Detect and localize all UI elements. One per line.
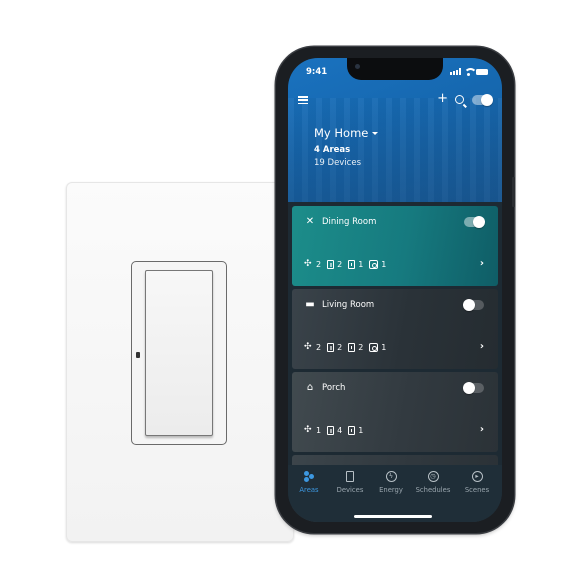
chevron-right-icon[interactable]: › (480, 258, 484, 269)
area-toggle[interactable] (463, 382, 484, 394)
hamburger-menu-icon[interactable] (298, 96, 308, 105)
area-card-living-room[interactable]: ▬ Living Room ✣ 2 2 2 1 › (292, 289, 498, 369)
area-name: Porch (322, 383, 346, 393)
switch-paddle[interactable] (145, 270, 213, 436)
device-count-switch: 1 (348, 260, 363, 269)
area-name: Living Room (322, 300, 375, 310)
fan-icon: ✣ (304, 259, 312, 269)
device-count: 1 (381, 343, 387, 352)
power-button (512, 177, 515, 207)
wifi-icon (464, 68, 477, 76)
cellular-signal-icon (450, 68, 461, 75)
nav-tab-scenes[interactable]: ▸ Scenes (456, 471, 498, 494)
devices-count: 19 Devices (314, 158, 362, 168)
status-time: 9:41 (306, 67, 328, 77)
switch-icon (348, 260, 356, 269)
clock-icon: ◷ (427, 471, 439, 482)
dimmer-icon (327, 343, 335, 352)
porch-light-icon: ⌂ (306, 382, 314, 393)
phone-screen: 9:41 + My Home 4 Areas 19 Devices ✕ Dini… (288, 58, 502, 522)
battery-icon (476, 69, 488, 75)
chevron-down-icon (372, 132, 379, 135)
dimmer-icon (327, 260, 335, 269)
device-count-fan: ✣ 1 (304, 425, 322, 436)
device-count: 1 (358, 260, 364, 269)
utensils-icon: ✕ (305, 216, 315, 227)
app-toolbar: + (298, 92, 493, 108)
nav-label: Scenes (464, 486, 490, 494)
devices-icon (346, 471, 354, 482)
device-count-fan: ✣ 2 (304, 259, 322, 270)
status-bar: 9:41 (306, 66, 488, 80)
device-count-switch: 1 (348, 426, 363, 435)
device-count: 2 (337, 343, 343, 352)
device-summary: ✣ 2 2 1 1 (304, 260, 388, 269)
device-count-switch: 2 (348, 343, 363, 352)
play-icon: ▸ (471, 471, 483, 482)
device-count: 1 (316, 426, 322, 435)
device-count: 4 (337, 426, 343, 435)
nav-tab-devices[interactable]: Devices (329, 471, 371, 494)
nav-label: Schedules (415, 486, 451, 494)
areas-icon (303, 471, 315, 482)
chevron-right-icon[interactable]: › (480, 341, 484, 352)
energy-icon: ϟ (385, 471, 397, 482)
search-icon[interactable] (455, 95, 464, 104)
status-led (136, 352, 140, 358)
device-count-dimmer: 4 (327, 426, 342, 435)
switch-icon (348, 343, 356, 352)
nav-tab-schedules[interactable]: ◷ Schedules (412, 471, 454, 494)
area-toggle[interactable] (464, 216, 485, 228)
nav-tab-areas[interactable]: Areas (288, 471, 330, 494)
home-info: My Home 4 Areas 19 Devices (314, 126, 379, 168)
device-count: 2 (337, 260, 343, 269)
device-count: 2 (358, 343, 364, 352)
sofa-icon: ▬ (305, 299, 315, 310)
area-name: Dining Room (322, 217, 377, 227)
nav-label: Areas (299, 486, 319, 494)
area-card-porch[interactable]: ⌂ Porch ✣ 1 4 1 › (292, 372, 498, 452)
plus-icon[interactable]: + (437, 92, 448, 106)
home-indicator[interactable] (354, 515, 432, 518)
nav-tab-energy[interactable]: ϟ Energy (370, 471, 412, 494)
fan-icon: ✣ (304, 425, 312, 435)
outlet-icon (369, 260, 379, 269)
device-count: 2 (316, 260, 322, 269)
device-count-fan: ✣ 2 (304, 342, 322, 353)
device-count: 1 (381, 260, 387, 269)
nav-label: Devices (336, 486, 364, 494)
nav-label: Energy (379, 486, 403, 494)
switch-icon (348, 426, 356, 435)
device-count-outlet: 1 (369, 260, 386, 269)
home-selector[interactable]: My Home (314, 126, 379, 140)
area-card-dining-room[interactable]: ✕ Dining Room ✣ 2 2 1 1 › (292, 206, 498, 286)
device-summary: ✣ 2 2 2 1 (304, 343, 388, 352)
device-count-outlet: 1 (369, 343, 386, 352)
master-toggle[interactable] (472, 94, 493, 106)
area-toggle[interactable] (463, 299, 484, 311)
device-count-dimmer: 2 (327, 260, 342, 269)
device-count: 2 (316, 343, 322, 352)
device-count-dimmer: 2 (327, 343, 342, 352)
device-summary: ✣ 1 4 1 (304, 426, 365, 435)
home-name: My Home (314, 126, 369, 140)
dimmer-icon (327, 426, 335, 435)
areas-count: 4 Areas (314, 145, 351, 155)
device-count: 1 (358, 426, 364, 435)
outlet-icon (369, 343, 379, 352)
chevron-right-icon[interactable]: › (480, 424, 484, 435)
bottom-nav: Areas Devices ϟ Energy ◷ Schedules ▸ Sce… (288, 465, 502, 522)
fan-icon: ✣ (304, 342, 312, 352)
